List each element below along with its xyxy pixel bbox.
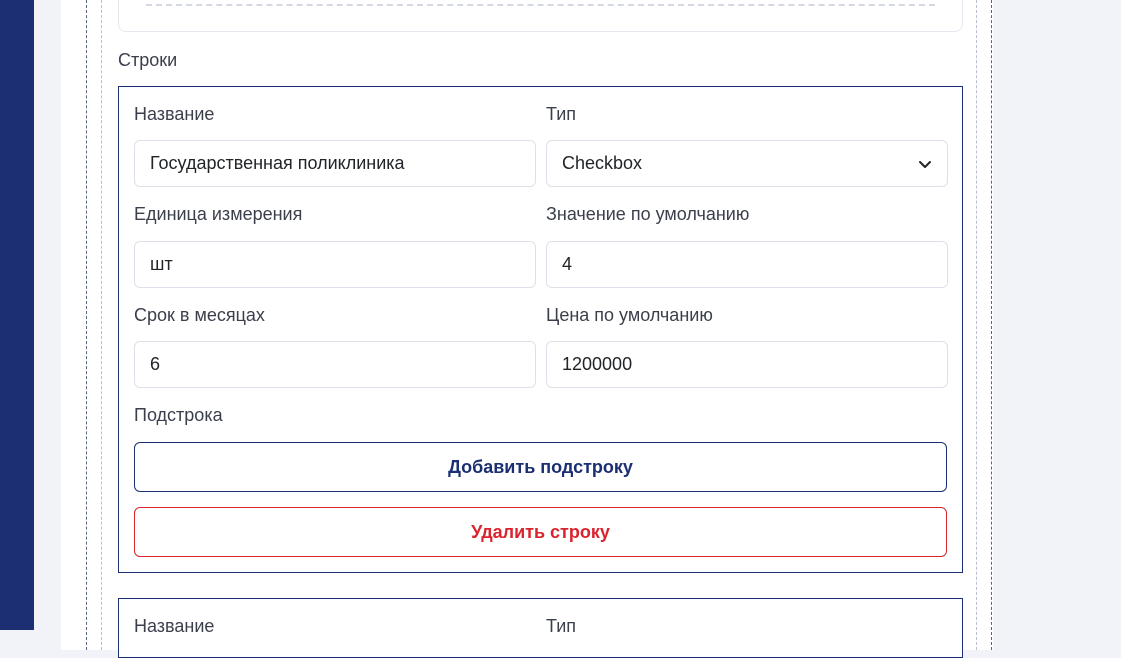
row-item: Название Тип	[118, 598, 963, 658]
term-input-value: 6	[150, 354, 161, 374]
main-content: Строки Название Тип Государственная поли…	[34, 0, 1020, 658]
sidebar	[0, 0, 34, 630]
unit-input-value: шт	[150, 254, 173, 274]
term-input[interactable]: 6	[134, 341, 536, 388]
unit-label: Единица измерения	[134, 204, 303, 224]
add-subrow-button[interactable]: Добавить подстроку	[134, 442, 947, 492]
type-select-value: Checkbox	[562, 153, 643, 173]
upload-area-box	[118, 0, 963, 32]
subrow-label: Подстрока	[134, 405, 223, 425]
default-value-input-value: 4	[562, 254, 573, 274]
unit-input[interactable]: шт	[134, 241, 536, 288]
type-select[interactable]: Checkbox	[546, 140, 948, 187]
default-value-label: Значение по умолчанию	[546, 204, 750, 224]
price-input[interactable]: 1200000	[546, 341, 948, 388]
name-label: Название	[134, 104, 215, 124]
rows-section-title: Строки	[118, 50, 178, 70]
name-input-value: Государственная поликлиника	[150, 153, 405, 173]
row-item: Название Тип Государственная поликлиника…	[118, 86, 963, 573]
type-label: Тип	[546, 104, 577, 124]
name-label: Название	[134, 616, 215, 636]
term-label: Срок в месяцах	[134, 305, 265, 325]
chevron-down-icon	[919, 161, 931, 168]
default-value-input[interactable]: 4	[546, 241, 948, 288]
type-label: Тип	[546, 616, 577, 636]
price-label: Цена по умолчанию	[546, 305, 713, 325]
upload-dashed-divider	[146, 4, 935, 6]
name-input[interactable]: Государственная поликлиника	[134, 140, 536, 187]
delete-row-button[interactable]: Удалить строку	[134, 507, 947, 557]
price-input-value: 1200000	[562, 354, 633, 374]
